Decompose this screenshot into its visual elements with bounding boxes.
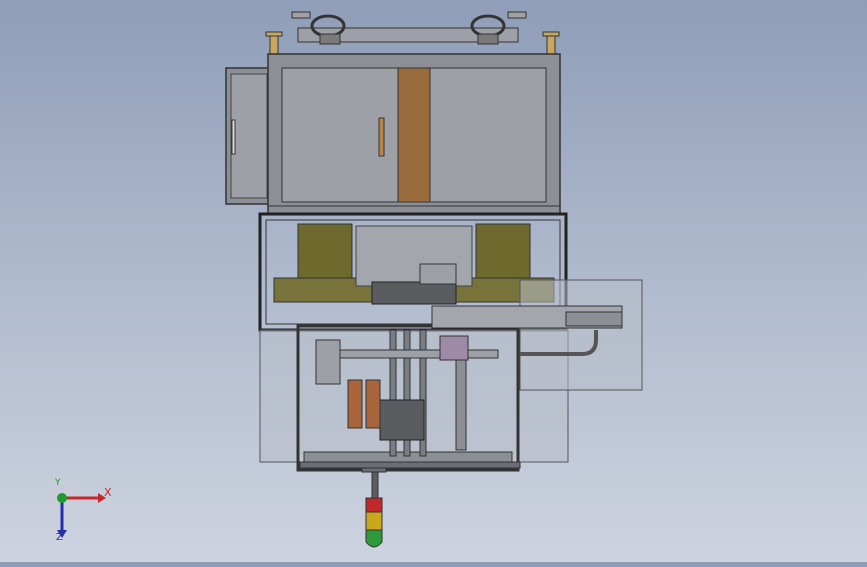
side-cabinet [225, 67, 271, 205]
upper-cabinet [267, 53, 561, 215]
axis-x-label: X [104, 486, 112, 499]
axis-y-label: Y [55, 478, 61, 488]
top-fittings [265, 11, 560, 55]
axis-z-label: Z [56, 532, 63, 543]
coordinate-triad: X Y Z [44, 478, 118, 550]
tower-light [361, 467, 387, 548]
cad-viewport[interactable]: X Y Z [0, 0, 867, 562]
machine-model[interactable] [0, 0, 867, 562]
